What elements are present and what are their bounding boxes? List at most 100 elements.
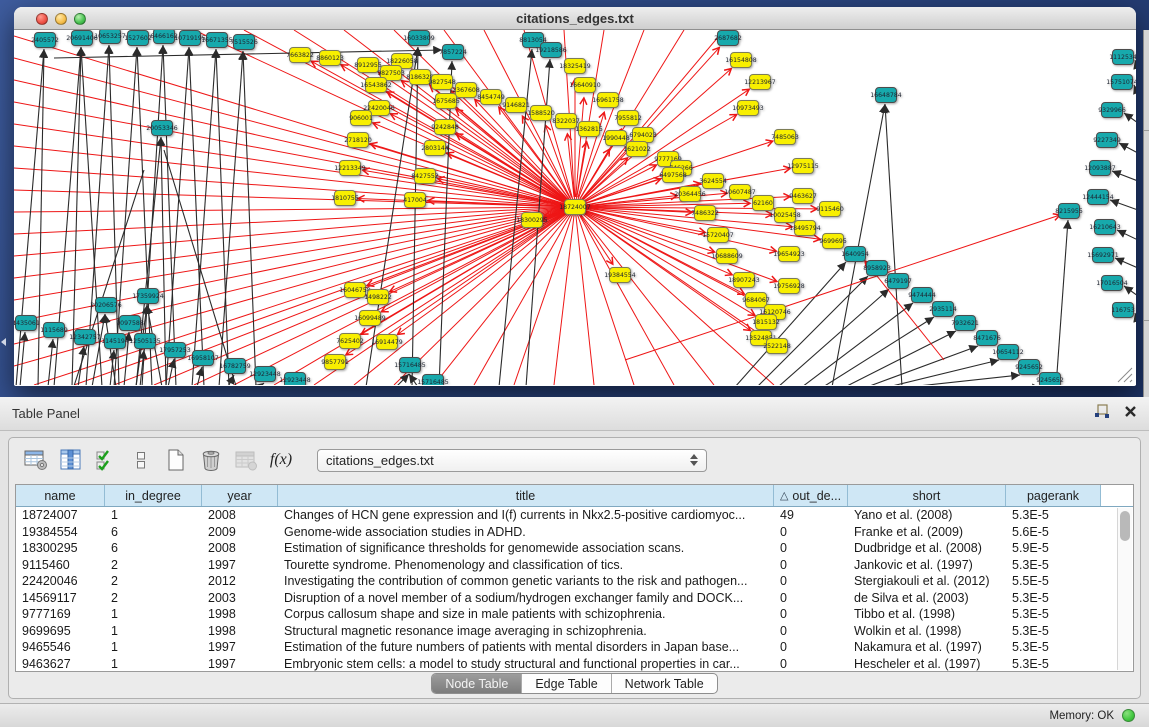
table-cell: 1 xyxy=(105,507,202,524)
table-cell: 5.9E-5 xyxy=(1006,540,1101,557)
table-cell: 18724007 xyxy=(16,507,105,524)
svg-text:19654923: 19654923 xyxy=(773,251,805,258)
table-cell: 5.3E-5 xyxy=(1006,656,1101,673)
svg-text:20053346: 20053346 xyxy=(146,125,178,132)
table-select-combobox[interactable]: citations_edges.txt xyxy=(317,449,707,472)
table-cell: 1998 xyxy=(202,606,278,623)
table-settings-icon[interactable] xyxy=(21,445,51,475)
svg-text:9115460: 9115460 xyxy=(816,206,844,213)
table-row[interactable]: 1830029562008Estimation of significance … xyxy=(16,540,1133,557)
svg-text:9474444: 9474444 xyxy=(908,292,936,299)
column-header-name[interactable]: name xyxy=(16,485,105,506)
table-row[interactable]: 1938455462009Genome-wide association stu… xyxy=(16,524,1133,541)
svg-text:19218586: 19218586 xyxy=(535,47,567,54)
svg-text:1675685: 1675685 xyxy=(432,98,460,105)
table-row[interactable]: 1872400712008Changes of HCN gene express… xyxy=(16,507,1133,524)
svg-text:10654112: 10654112 xyxy=(992,349,1024,356)
scrollbar-thumb[interactable] xyxy=(1120,511,1130,541)
column-header-short[interactable]: short xyxy=(848,485,1006,506)
table-cell: Wolkin et al. (1998) xyxy=(848,623,1006,640)
svg-text:1115689: 1115689 xyxy=(40,327,68,334)
table-row[interactable]: 946362711997Embryonic stem cells: a mode… xyxy=(16,656,1133,673)
tab-edge-table[interactable]: Edge Table xyxy=(521,674,610,693)
table-cell: Nakamura et al. (1997) xyxy=(848,639,1006,656)
row-height-icon[interactable] xyxy=(126,445,156,475)
svg-text:8860123: 8860123 xyxy=(316,55,344,62)
new-table-icon[interactable] xyxy=(161,445,191,475)
minimize-window-button[interactable] xyxy=(55,13,67,25)
table-cell: 2003 xyxy=(202,590,278,607)
svg-text:16671355: 16671355 xyxy=(201,37,233,44)
import-table-icon[interactable] xyxy=(231,445,261,475)
svg-text:3624554: 3624554 xyxy=(699,178,727,185)
table-cell: 0 xyxy=(774,606,848,623)
table-column-icon[interactable] xyxy=(56,445,86,475)
svg-text:1112534: 1112534 xyxy=(1109,54,1136,61)
table-cell: 0 xyxy=(774,623,848,640)
svg-text:15692971: 15692971 xyxy=(1087,252,1119,259)
column-header-title[interactable]: title xyxy=(278,485,774,506)
svg-text:7932621: 7932621 xyxy=(951,320,979,327)
panel-collapse-arrow-icon[interactable] xyxy=(1,338,6,346)
svg-text:7857224: 7857224 xyxy=(439,49,467,56)
svg-text:17016504: 17016504 xyxy=(1096,280,1128,287)
column-header-in_degree[interactable]: in_degree xyxy=(105,485,202,506)
tab-node-table[interactable]: Node Table xyxy=(432,674,521,693)
delete-table-icon[interactable] xyxy=(196,445,226,475)
window-titlebar[interactable]: citations_edges.txt xyxy=(14,7,1136,30)
svg-text:20691406: 20691406 xyxy=(66,35,98,42)
memory-status-indicator[interactable] xyxy=(1122,709,1135,722)
svg-text:16782759: 16782759 xyxy=(219,363,251,370)
tab-network-table[interactable]: Network Table xyxy=(611,674,717,693)
svg-text:6497568: 6497568 xyxy=(659,172,687,179)
svg-text:12093887: 12093887 xyxy=(1084,165,1116,172)
svg-text:16640910: 16640910 xyxy=(569,82,601,89)
table-cell: 22420046 xyxy=(16,573,105,590)
svg-text:12213967: 12213967 xyxy=(744,79,776,86)
svg-text:12923448: 12923448 xyxy=(279,377,311,384)
table-cell: Stergiakouli et al. (2012) xyxy=(848,573,1006,590)
close-window-button[interactable] xyxy=(36,13,48,25)
table-row[interactable]: 969969511998Structural magnetic resonanc… xyxy=(16,623,1133,640)
svg-text:18226058: 18226058 xyxy=(386,58,418,65)
table-cell: 0 xyxy=(774,656,848,673)
table-cell: Dudbridge et al. (2008) xyxy=(848,540,1006,557)
table-row[interactable]: 946554611997Estimation of the future num… xyxy=(16,639,1133,656)
table-row[interactable]: 2242004622012Investigating the contribut… xyxy=(16,573,1133,590)
svg-text:18300295: 18300295 xyxy=(516,217,548,224)
table-row[interactable]: 1456911722003Disruption of a novel membe… xyxy=(16,590,1133,607)
table-row[interactable]: 977716911998Corpus callosum shape and si… xyxy=(16,606,1133,623)
svg-text:16961758: 16961758 xyxy=(592,97,624,104)
svg-text:17957253: 17957253 xyxy=(159,347,191,354)
svg-text:16914479: 16914479 xyxy=(371,339,403,346)
svg-text:9242848: 9242848 xyxy=(431,124,459,131)
svg-text:62160: 62160 xyxy=(753,200,773,207)
svg-text:12213349: 12213349 xyxy=(334,165,366,172)
float-panel-icon[interactable] xyxy=(1094,404,1110,423)
column-header-out_de[interactable]: △out_de... xyxy=(774,485,848,506)
graph-nodes[interactable]: 8912955182260589827503165438628186328982… xyxy=(14,30,1136,385)
table-row[interactable]: 911546021997Tourette syndrome. Phenomeno… xyxy=(16,557,1133,574)
select-rows-icon[interactable] xyxy=(91,445,121,475)
svg-text:18325419: 18325419 xyxy=(559,63,591,70)
table-vertical-scrollbar[interactable] xyxy=(1117,508,1132,670)
svg-text:1527602: 1527602 xyxy=(124,35,152,42)
zoom-window-button[interactable] xyxy=(74,13,86,25)
svg-text:9699695: 9699695 xyxy=(819,238,847,245)
table-cell: 1 xyxy=(105,623,202,640)
function-builder-icon[interactable]: f(x) xyxy=(266,445,296,475)
table-cell: 5.3E-5 xyxy=(1006,639,1101,656)
background-window-edge xyxy=(1143,30,1149,397)
column-header-pagerank[interactable]: pagerank xyxy=(1006,485,1101,506)
table-cell: Disruption of a novel member of a sodium… xyxy=(278,590,774,607)
table-toolbar: f(x) citations_edges.txt xyxy=(9,438,1140,482)
sort-ascending-icon: △ xyxy=(780,489,788,502)
svg-text:9827503: 9827503 xyxy=(377,70,405,77)
close-panel-icon[interactable] xyxy=(1124,405,1137,423)
svg-text:12505135: 12505135 xyxy=(129,338,161,345)
column-header-year[interactable]: year xyxy=(202,485,278,506)
svg-text:1990448: 1990448 xyxy=(602,135,630,142)
svg-text:8912955: 8912955 xyxy=(354,62,382,69)
table-header-row: namein_degreeyeartitle△out_de...shortpag… xyxy=(16,485,1133,507)
network-canvas[interactable]: 8912955182260589827503165438628186328982… xyxy=(14,30,1136,385)
